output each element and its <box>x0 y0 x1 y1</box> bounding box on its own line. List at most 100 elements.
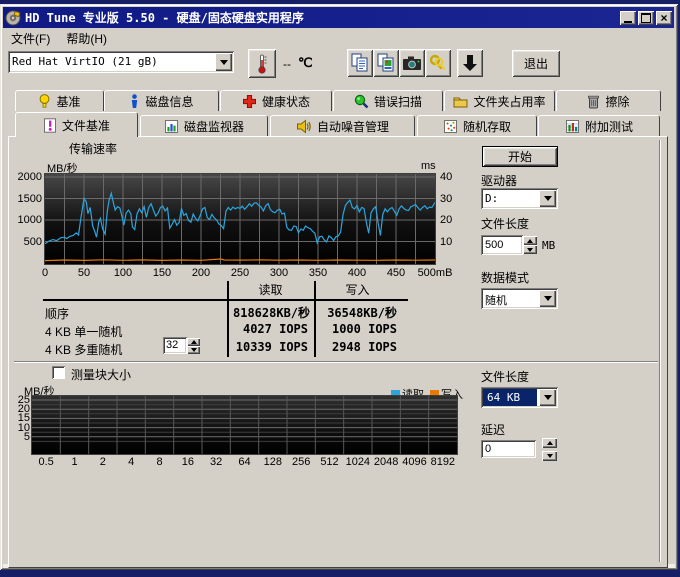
drive-combo-value: D: <box>481 188 537 209</box>
transfer-rate-chart <box>45 174 435 264</box>
tab-folder-usage-label: 文件夹占用率 <box>473 93 545 110</box>
tab-disk-monitor-label: 磁盘监视器 <box>184 118 244 135</box>
window-title: HD Tune 专业版 5.50 - 硬盘/固态硬盘实用程序 <box>25 9 304 26</box>
queue-depth-up[interactable] <box>187 338 200 346</box>
measure-block-label: 测量块大小 <box>71 366 131 383</box>
app-window: HD Tune 专业版 5.50 - 硬盘/固态硬盘实用程序 × 文件(F) 帮… <box>0 4 678 570</box>
chart1-xtick: 250 <box>222 267 258 279</box>
tab-error-scan-label: 错误扫描 <box>374 93 422 110</box>
row-4k-single-write: 1000 IOPS <box>322 322 397 336</box>
desktop: HD Tune 专业版 5.50 - 硬盘/固态硬盘实用程序 × 文件(F) 帮… <box>0 0 680 577</box>
chart1-xtick: 200 <box>183 267 219 279</box>
tab-extra-tests[interactable]: 附加测试 <box>538 115 660 137</box>
row-4k-single-label: 4 KB 单一随机 <box>45 323 122 340</box>
menubar: 文件(F) 帮助(H) <box>3 28 674 48</box>
drive-select[interactable]: Red Hat VirtIO (21 gB) <box>8 51 234 73</box>
maximize-button[interactable] <box>638 11 654 25</box>
save-button[interactable] <box>457 49 483 77</box>
chart1-xtick: 450 <box>378 267 414 279</box>
disk-monitor-icon <box>164 119 179 134</box>
block-file-length-value: 64 KB <box>483 389 537 406</box>
copy-image-button[interactable] <box>373 49 399 77</box>
file-length-up[interactable] <box>523 236 537 245</box>
exit-button[interactable]: 退出 <box>512 50 560 77</box>
queue-depth-value: 32 <box>163 337 187 354</box>
extra-tests-icon <box>565 119 580 134</box>
copy-text-icon <box>351 53 369 73</box>
delay-down[interactable] <box>542 451 557 461</box>
menu-help[interactable]: 帮助(H) <box>58 28 115 49</box>
row-sequential-write: 36548KB/秒 <box>322 304 397 321</box>
drive-combo-arrow[interactable] <box>539 190 556 207</box>
drive-label: 驱动器 <box>481 172 517 189</box>
info-icon <box>129 94 140 109</box>
tab-disk-info[interactable]: 磁盘信息 <box>104 90 219 111</box>
block-size-chart <box>32 396 457 454</box>
table-divider-1 <box>227 281 229 357</box>
chart1-xtick: 150 <box>144 267 180 279</box>
keys-icon <box>428 53 448 73</box>
col-write-header: 写入 <box>314 281 401 299</box>
camera-icon <box>402 55 422 71</box>
scatter-dots-icon <box>443 119 458 134</box>
chart1-ytick-right: 20 <box>440 214 460 226</box>
tab-file-benchmark[interactable]: 文件基准 <box>15 112 138 137</box>
transfer-rate-label: 传输速率 <box>69 140 117 157</box>
tab-disk-monitor[interactable]: 磁盘监视器 <box>140 115 268 137</box>
register-button[interactable] <box>425 49 451 77</box>
chart1-xtick: 350 <box>300 267 336 279</box>
block-file-length-label: 文件长度 <box>481 368 529 385</box>
tab-file-benchmark-label: 文件基准 <box>62 117 110 134</box>
delay-up[interactable] <box>542 438 557 448</box>
copy-image-icon <box>377 53 395 73</box>
chart1-ytick-right: 40 <box>440 171 460 183</box>
tab-random-access[interactable]: 随机存取 <box>417 115 537 137</box>
exit-button-label: 退出 <box>524 55 548 72</box>
temperature-button[interactable] <box>248 49 276 78</box>
down-arrow-icon <box>461 53 479 73</box>
queue-depth-down[interactable] <box>187 346 200 354</box>
folder-icon <box>453 95 468 108</box>
chart1-ytick-left: 1500 <box>12 193 42 205</box>
tab-health[interactable]: 健康状态 <box>220 90 332 111</box>
app-icon <box>5 10 21 26</box>
file-length-value: 500 <box>481 235 523 255</box>
minimize-button[interactable] <box>620 11 636 25</box>
data-mode-combo[interactable]: 随机 <box>481 288 558 309</box>
menu-file[interactable]: 文件(F) <box>3 28 58 49</box>
drive-select-arrow[interactable] <box>215 53 232 71</box>
file-length-field[interactable]: 500 <box>481 235 523 255</box>
screenshot-button[interactable] <box>399 49 425 77</box>
block-size-chart-svg <box>32 396 457 454</box>
drive-combo[interactable]: D: <box>481 188 558 209</box>
tab-folder-usage[interactable]: 文件夹占用率 <box>444 90 555 111</box>
chart1-xtick: 300 <box>261 267 297 279</box>
health-cross-icon <box>242 94 257 109</box>
right-separator <box>659 140 661 562</box>
delay-field[interactable]: 0 <box>481 440 536 458</box>
file-length-down[interactable] <box>523 245 537 254</box>
close-button[interactable]: × <box>656 11 672 25</box>
row-sequential-label: 顺序 <box>45 305 69 322</box>
thermometer-icon <box>256 54 268 74</box>
file-length-unit: MB <box>542 239 555 252</box>
chart2-xtick: 8192 <box>426 456 460 468</box>
delay-label: 延迟 <box>481 421 505 438</box>
row-4k-multi-label: 4 KB 多重随机 <box>45 341 122 358</box>
tab-erase[interactable]: 擦除 <box>556 90 661 111</box>
temperature-unit: ℃ <box>298 55 313 71</box>
chart1-xtick: 500mB <box>417 267 453 279</box>
block-file-length-combo[interactable]: 64 KB <box>481 387 558 408</box>
queue-depth-field[interactable]: 32 <box>163 337 187 354</box>
chart1-ytick-right: 30 <box>440 193 460 205</box>
tab-aam[interactable]: 自动噪音管理 <box>270 115 415 137</box>
tab-error-scan[interactable]: 错误扫描 <box>333 90 443 111</box>
data-mode-arrow[interactable] <box>539 290 556 307</box>
tab-benchmark[interactable]: 基准 <box>15 90 104 111</box>
start-button[interactable]: 开始 <box>482 146 558 167</box>
measure-block-checkbox[interactable] <box>52 366 65 379</box>
start-button-label: 开始 <box>508 148 532 165</box>
copy-text-button[interactable] <box>347 49 373 77</box>
block-file-length-arrow[interactable] <box>539 389 556 406</box>
tab-health-label: 健康状态 <box>262 93 310 110</box>
